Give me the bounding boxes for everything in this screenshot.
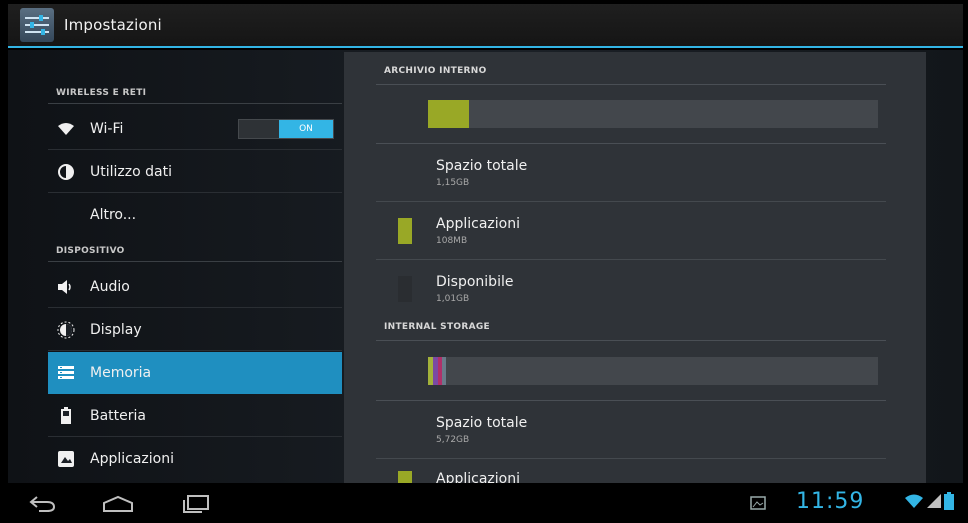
storage-usage-fill [428,100,469,128]
storage-row-available[interactable]: Disponibile 1,01GB [376,260,886,318]
battery-icon [56,406,76,426]
android-screen: Impostazioni WIRELESS E RETI Wi-Fi ON Ut… [0,0,968,523]
sidebar-item-label: Memoria [90,365,152,381]
sidebar-item-label: Audio [90,278,130,295]
row-title: Applicazioni [436,216,520,232]
sidebar-item-apps[interactable]: Applicazioni [48,438,342,480]
wifi-status-icon [904,493,924,513]
page-title: Impostazioni [64,16,162,34]
battery-status-icon [944,492,954,514]
internal-storage-usage-bar [428,357,878,385]
section-header-internal-storage: INTERNAL STORAGE [384,322,490,332]
system-nav-bar: 11:59 [0,483,968,523]
row-title: Spazio totale [436,415,528,431]
back-button[interactable] [20,491,64,517]
sidebar-item-label: Batteria [90,407,146,424]
sidebar-item-battery[interactable]: Batteria [48,395,342,437]
recent-apps-button[interactable] [174,491,218,517]
storage-row-total[interactable]: Spazio totale 1,15GB [376,144,886,202]
section-header-device: DISPOSITIVO [56,246,125,256]
storage-row-apps-internal[interactable]: Applicazioni [376,459,886,483]
status-clock[interactable]: 11:59 [796,489,864,514]
data-usage-icon [56,162,76,182]
section-divider [48,103,342,104]
sidebar-item-label: Altro... [90,207,137,223]
storage-usage-bar [428,100,878,128]
storage-row-total-internal[interactable]: Spazio totale 5,72GB [376,401,886,459]
screenshot-notification-icon[interactable] [750,495,766,514]
home-icon [103,495,133,512]
recent-apps-icon [183,495,209,513]
action-bar: Impostazioni [8,4,963,48]
row-title: Applicazioni [436,471,520,483]
storage-icon [56,363,76,383]
section-divider [48,261,342,262]
wifi-toggle[interactable]: ON [238,119,334,139]
back-icon [29,496,56,512]
toggle-on-label: ON [279,120,333,138]
row-value: 5,72GB [436,435,470,445]
settings-sliders-icon[interactable] [20,8,54,42]
sidebar-item-audio[interactable]: Audio [48,266,342,308]
speaker-icon [56,277,76,297]
sidebar-item-more[interactable]: Altro... [48,194,342,236]
section-divider [376,340,886,341]
sidebar-item-data-usage[interactable]: Utilizzo dati [48,151,342,193]
sidebar-item-label: Display [90,321,142,338]
wifi-icon [56,119,76,139]
apps-color-swatch [398,471,412,483]
sidebar-item-wifi[interactable]: Wi-Fi ON [48,108,342,150]
storage-row-apps[interactable]: Applicazioni 108MB [376,202,886,260]
sidebar-item-label: Applicazioni [90,451,174,467]
storage-detail-pane: ARCHIVIO INTERNO Spazio totale 1,15GB Ap… [344,52,926,483]
sidebar-item-memoria[interactable]: Memoria [48,352,342,394]
settings-list: WIRELESS E RETI Wi-Fi ON Utilizzo dati A… [48,50,342,483]
signal-icon [926,493,942,513]
settings-content: WIRELESS E RETI Wi-Fi ON Utilizzo dati A… [8,50,963,483]
row-title: Spazio totale [436,158,528,174]
section-divider [376,84,886,85]
home-button[interactable] [96,491,140,517]
apps-icon [56,449,76,469]
row-value: 1,01GB [436,294,470,304]
sidebar-item-display[interactable]: Display [48,309,342,351]
apps-color-swatch [398,218,412,244]
section-header-archivio: ARCHIVIO INTERNO [384,66,487,76]
row-title: Disponibile [436,274,514,290]
storage-segment [442,357,446,385]
row-value: 108MB [436,236,468,246]
available-color-swatch [398,276,412,302]
sidebar-item-label: Utilizzo dati [90,163,172,180]
sidebar-item-label: Wi-Fi [90,120,124,137]
brightness-icon [56,320,76,340]
row-value: 1,15GB [436,178,470,188]
section-header-wireless: WIRELESS E RETI [56,88,147,98]
